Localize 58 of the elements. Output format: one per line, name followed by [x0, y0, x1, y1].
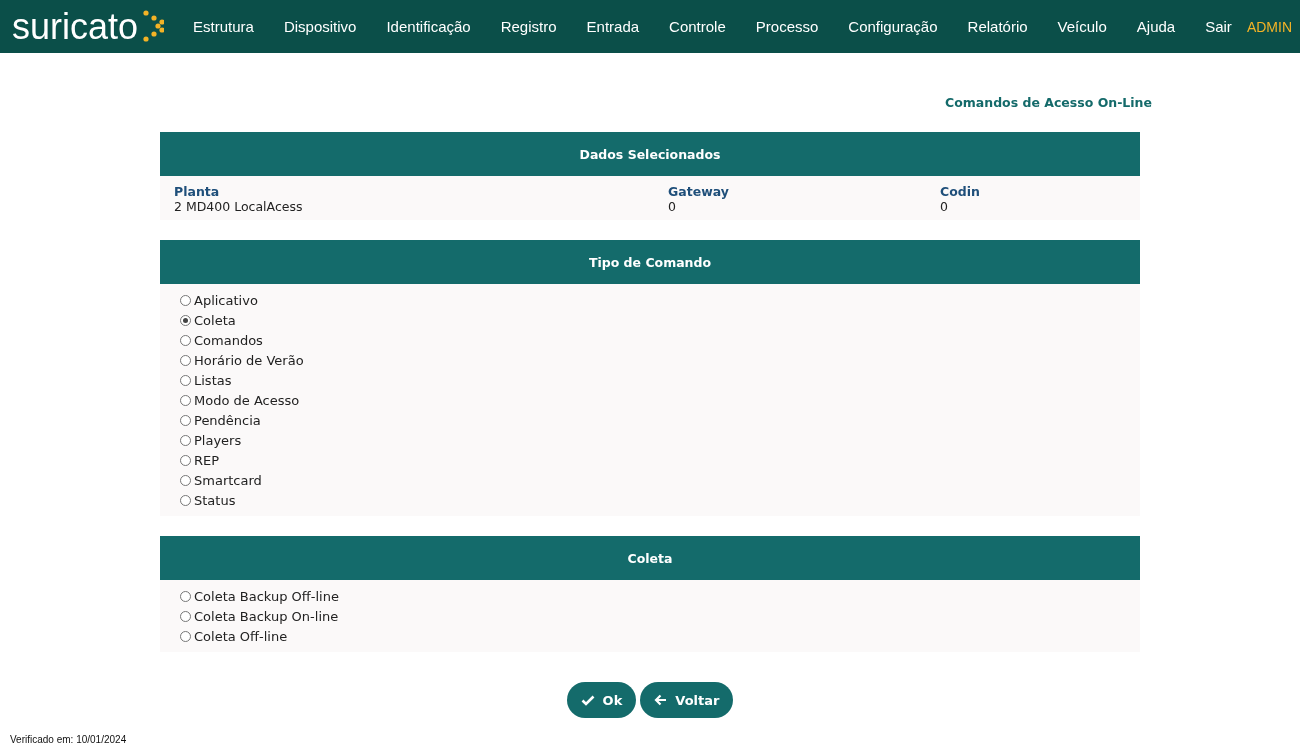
menu-item[interactable]: Relatório [952, 18, 1043, 35]
option-label: Smartcard [194, 472, 262, 488]
logo-dots-icon [140, 9, 165, 44]
field-label: Gateway [668, 184, 730, 199]
field-value: 2 MD400 LocalAcess [174, 199, 304, 214]
menu-item[interactable]: Veículo [1042, 18, 1122, 35]
back-button[interactable]: Voltar [640, 682, 734, 718]
radio-button[interactable] [180, 334, 191, 346]
option-label: Players [194, 432, 242, 448]
menu-item[interactable]: Sair [1190, 18, 1247, 35]
menu-item[interactable]: Ajuda [1121, 18, 1191, 35]
user-name[interactable]: ADMIN [1246, 18, 1292, 35]
field-value: 0 [940, 199, 949, 214]
radio-button[interactable] [180, 610, 191, 622]
option-label: Status [194, 492, 236, 508]
radio-button[interactable] [180, 434, 191, 446]
option-label: Coleta [194, 312, 236, 328]
menu-item[interactable]: Entrada [571, 18, 655, 35]
ok-button[interactable]: Ok [566, 682, 637, 718]
radio-button[interactable] [180, 354, 191, 366]
radio-button[interactable] [180, 394, 191, 406]
option-label: Modo de Acesso [194, 392, 300, 408]
field-label: Codin [940, 184, 981, 199]
option-label: Coleta Off-line [194, 628, 288, 644]
field-value: 0 [668, 199, 677, 214]
radio-button[interactable] [180, 374, 191, 386]
radio-button[interactable] [180, 294, 191, 306]
option-label: Comandos [194, 332, 263, 348]
logo-text: suricato [12, 8, 139, 45]
footer-text: Verificado em: 10/01/2024 [10, 734, 127, 745]
menu-item[interactable]: Processo [740, 18, 834, 35]
radio-button[interactable] [180, 414, 191, 426]
radio-button[interactable] [180, 314, 191, 326]
menu-item[interactable]: Registro [485, 18, 572, 35]
page-title: Comandos de Acesso On-Line [944, 95, 1152, 110]
radio-button[interactable] [180, 590, 191, 602]
option-label: Coleta Backup Off-line [194, 588, 339, 604]
menu-item[interactable]: Identificação [371, 18, 486, 35]
option-label: Coleta Backup On-line [194, 608, 339, 624]
radio-button[interactable] [180, 474, 191, 486]
menu-item[interactable]: Dispositivo [268, 18, 372, 35]
radio-button[interactable] [180, 454, 191, 466]
arrow-left-icon [654, 694, 668, 706]
option-label: Aplicativo [194, 292, 258, 308]
radio-button[interactable] [180, 630, 191, 642]
section-header: Coleta [160, 536, 1140, 580]
radio-button[interactable] [180, 494, 191, 506]
menu-item[interactable]: Configuração [833, 18, 953, 35]
check-icon [580, 694, 595, 706]
option-label: REP [194, 452, 220, 468]
menu-item[interactable]: Estrutura [178, 18, 269, 35]
option-label: Pendência [194, 412, 261, 428]
field-label: Planta [174, 184, 221, 199]
option-label: Horário de Verão [194, 352, 304, 368]
section-header: Dados Selecionados [160, 132, 1140, 176]
section-header: Tipo de Comando [160, 240, 1140, 284]
option-label: Listas [194, 372, 232, 388]
menu-item[interactable]: Controle [654, 18, 741, 35]
